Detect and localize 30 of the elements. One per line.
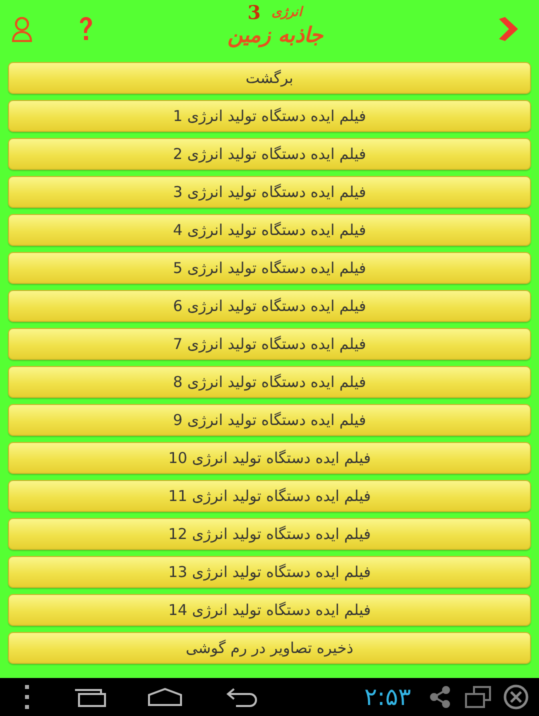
logo-number: 3 bbox=[248, 2, 261, 24]
menu-button[interactable]: فیلم ایده دستگاه تولید انرژی 14 bbox=[8, 594, 531, 626]
menu-button[interactable]: فیلم ایده دستگاه تولید انرژی 12 bbox=[8, 518, 531, 550]
menu-button[interactable]: فیلم ایده دستگاه تولید انرژی 4 bbox=[8, 214, 531, 246]
menu-button[interactable]: فیلم ایده دستگاه تولید انرژی 7 bbox=[8, 328, 531, 360]
menu-icon[interactable] bbox=[24, 683, 30, 711]
window-icon[interactable] bbox=[465, 686, 491, 708]
menu-button[interactable]: فیلم ایده دستگاه تولید انرژی 1 bbox=[8, 100, 531, 132]
menu-button[interactable]: فیلم ایده دستگاه تولید انرژی 8 bbox=[8, 366, 531, 398]
home-icon[interactable] bbox=[148, 688, 182, 706]
menu-button[interactable]: فیلم ایده دستگاه تولید انرژی 9 bbox=[8, 404, 531, 436]
clock: ۲:۵۳ bbox=[364, 683, 411, 711]
menu-button[interactable]: فیلم ایده دستگاه تولید انرژی 2 bbox=[8, 138, 531, 170]
menu-button[interactable]: فیلم ایده دستگاه تولید انرژی 5 bbox=[8, 252, 531, 284]
help-icon[interactable] bbox=[78, 16, 94, 42]
close-icon[interactable] bbox=[503, 684, 529, 710]
logo-title: جاذبه زمین bbox=[228, 22, 323, 47]
menu-button[interactable]: فیلم ایده دستگاه تولید انرژی 13 bbox=[8, 556, 531, 588]
menu-button[interactable]: فیلم ایده دستگاه تولید انرژی 11 bbox=[8, 480, 531, 512]
back-icon[interactable] bbox=[226, 687, 258, 707]
menu-button[interactable]: فیلم ایده دستگاه تولید انرژی 10 bbox=[8, 442, 531, 474]
profile-icon[interactable] bbox=[10, 15, 34, 43]
menu-button[interactable]: ذخیره تصاویر در رم گوشی bbox=[8, 632, 531, 664]
share-icon[interactable] bbox=[429, 686, 451, 708]
menu-button[interactable]: فیلم ایده دستگاه تولید انرژی 6 bbox=[8, 290, 531, 322]
recent-apps-icon[interactable] bbox=[74, 687, 106, 707]
logo-subtitle: انرژی bbox=[272, 4, 302, 20]
menu-button[interactable]: برگشت bbox=[8, 62, 531, 94]
menu-button[interactable]: فیلم ایده دستگاه تولید انرژی 3 bbox=[8, 176, 531, 208]
forward-icon[interactable] bbox=[497, 16, 519, 42]
